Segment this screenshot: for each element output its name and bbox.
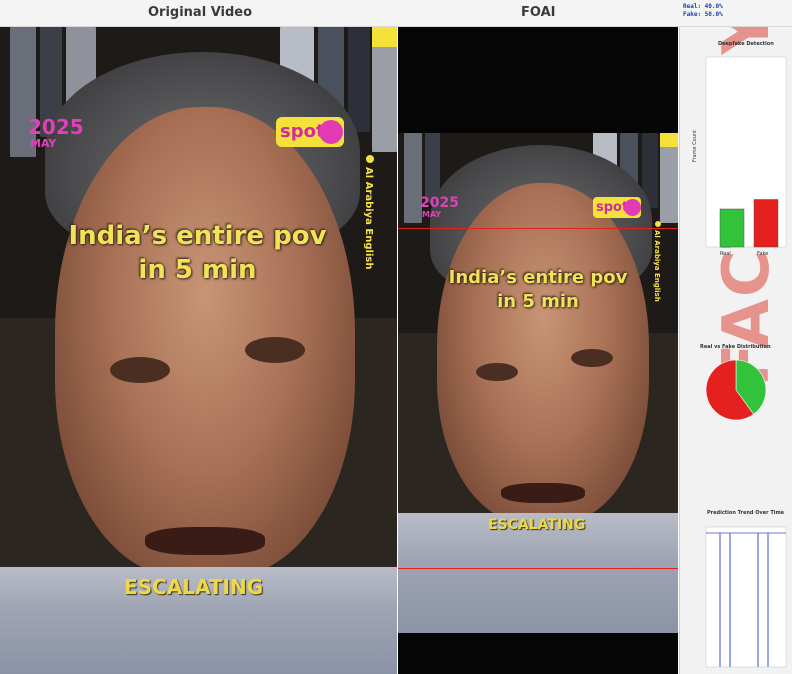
caption-line-1: India’s entire pov [68, 221, 327, 251]
detection-box-top [398, 228, 678, 229]
mouth [145, 527, 265, 555]
bar-label-fake: Fake [757, 251, 769, 257]
channel-icon-mid [655, 221, 661, 227]
left-eye [110, 357, 170, 383]
year-badge: 2025 [28, 115, 84, 139]
trend-plot-area [705, 526, 787, 668]
right-eye-mid [571, 349, 613, 367]
pie-chart [705, 359, 767, 421]
spot-logo-text: spot [280, 121, 325, 142]
original-video-title: Original Video [148, 5, 253, 20]
spot-logo: spot [276, 117, 344, 147]
caption-line-2-mid: in 5 min [497, 291, 579, 312]
caption-text: India’s entire pov in 5 min [30, 219, 365, 287]
bar-fake [753, 199, 779, 248]
lower-word-mid: ESCALATING [488, 517, 586, 533]
month-badge: MAY [30, 137, 57, 150]
bar-real [719, 208, 745, 248]
spot-logo-mid: spot [593, 197, 641, 218]
original-video-frame[interactable]: 2025 MAY spot Al Arabiya English India’s… [0, 27, 397, 674]
year-badge-mid: 2025 [420, 195, 459, 211]
lower-word: ESCALATING [124, 575, 264, 599]
real-score: Real: 40.0% [683, 3, 723, 10]
header-bar: Original Video FOAI Real: 40.0% Fake: 50… [0, 0, 792, 27]
score-readout: Real: 40.0% Fake: 50.0% [683, 3, 723, 19]
analysis-panel: FACTOFFY Deepfake Detection Frame Count … [679, 27, 792, 674]
spot-dot-icon [319, 120, 343, 144]
mouth-mid [501, 483, 585, 503]
fake-score: Fake: 50.0% [683, 11, 723, 18]
detection-box-bottom [398, 568, 678, 569]
trend-chart [705, 526, 787, 668]
corner-marker-mid [660, 133, 678, 147]
corner-marker [372, 27, 397, 47]
left-eye-mid [476, 363, 518, 381]
bar-chart [705, 56, 787, 248]
month-badge-mid: MAY [422, 210, 442, 219]
right-eye [245, 337, 305, 363]
bar-label-real: Real [720, 251, 731, 257]
face-mid [437, 183, 649, 523]
channel-icon [366, 155, 374, 163]
foai-title: FOAI [521, 5, 556, 20]
caption-text-mid: India’s entire pov in 5 min [418, 266, 658, 314]
spot-dot-icon-mid [624, 199, 641, 216]
face [55, 107, 355, 577]
caption-line-1-mid: India’s entire pov [448, 267, 628, 288]
caption-line-2: in 5 min [138, 255, 257, 285]
trend-chart-title: Prediction Trend Over Time [707, 510, 785, 516]
foai-video-frame[interactable]: 2025 MAY spot Al Arabiya English India’s… [398, 133, 678, 633]
